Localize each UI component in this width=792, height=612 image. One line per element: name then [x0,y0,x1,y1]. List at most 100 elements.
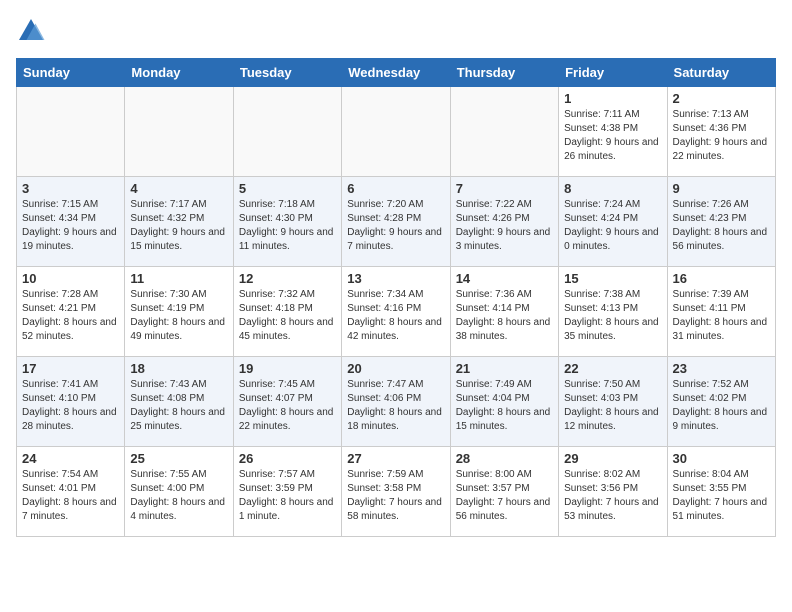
day-cell: 11 Sunrise: 7:30 AM Sunset: 4:19 PM Dayli… [125,267,233,357]
day-info: Sunrise: 7:59 AM Sunset: 3:58 PM Dayligh… [347,468,444,524]
day-number: 14 [456,271,553,286]
day-info: Sunrise: 7:17 AM Sunset: 4:32 PM Dayligh… [130,198,227,254]
day-number: 9 [673,181,770,196]
day-cell [342,87,450,177]
col-header-friday: Friday [559,59,667,87]
col-header-thursday: Thursday [450,59,558,87]
day-info: Sunrise: 7:49 AM Sunset: 4:04 PM Dayligh… [456,378,553,434]
day-info: Sunrise: 8:04 AM Sunset: 3:55 PM Dayligh… [673,468,770,524]
day-number: 1 [564,91,661,106]
day-info: Sunrise: 7:52 AM Sunset: 4:02 PM Dayligh… [673,378,770,434]
day-info: Sunrise: 7:18 AM Sunset: 4:30 PM Dayligh… [239,198,336,254]
day-info: Sunrise: 7:13 AM Sunset: 4:36 PM Dayligh… [673,108,770,164]
day-info: Sunrise: 7:55 AM Sunset: 4:00 PM Dayligh… [130,468,227,524]
day-info: Sunrise: 7:41 AM Sunset: 4:10 PM Dayligh… [22,378,119,434]
day-number: 29 [564,451,661,466]
day-number: 26 [239,451,336,466]
day-number: 20 [347,361,444,376]
day-cell: 6 Sunrise: 7:20 AM Sunset: 4:28 PM Daylig… [342,177,450,267]
day-info: Sunrise: 7:54 AM Sunset: 4:01 PM Dayligh… [22,468,119,524]
day-number: 11 [130,271,227,286]
day-number: 19 [239,361,336,376]
day-number: 30 [673,451,770,466]
day-cell: 15Sunrise: 7:38 AM Sunset: 4:13 PM Dayli… [559,267,667,357]
day-cell: 1 Sunrise: 7:11 AM Sunset: 4:38 PM Daylig… [559,87,667,177]
day-number: 13 [347,271,444,286]
logo [16,16,50,46]
day-cell: 12 Sunrise: 7:32 AM Sunset: 4:18 PM Dayli… [233,267,341,357]
day-cell: 26 Sunrise: 7:57 AM Sunset: 3:59 PM Dayli… [233,447,341,537]
day-number: 22 [564,361,661,376]
day-number: 23 [673,361,770,376]
day-cell: 7 Sunrise: 7:22 AM Sunset: 4:26 PM Daylig… [450,177,558,267]
day-cell: 25 Sunrise: 7:55 AM Sunset: 4:00 PM Dayli… [125,447,233,537]
day-info: Sunrise: 8:00 AM Sunset: 3:57 PM Dayligh… [456,468,553,524]
day-cell [17,87,125,177]
week-row-3: 10Sunrise: 7:28 AM Sunset: 4:21 PM Dayli… [17,267,776,357]
day-number: 2 [673,91,770,106]
day-number: 4 [130,181,227,196]
day-cell: 22 Sunrise: 7:50 AM Sunset: 4:03 PM Dayli… [559,357,667,447]
day-info: Sunrise: 7:15 AM Sunset: 4:34 PM Dayligh… [22,198,119,254]
calendar-table: SundayMondayTuesdayWednesdayThursdayFrid… [16,58,776,537]
day-cell [233,87,341,177]
day-cell: 30 Sunrise: 8:04 AM Sunset: 3:55 PM Dayli… [667,447,775,537]
day-info: Sunrise: 7:34 AM Sunset: 4:16 PM Dayligh… [347,288,444,344]
day-number: 16 [673,271,770,286]
day-number: 5 [239,181,336,196]
day-info: Sunrise: 8:02 AM Sunset: 3:56 PM Dayligh… [564,468,661,524]
day-number: 17 [22,361,119,376]
page: SundayMondayTuesdayWednesdayThursdayFrid… [0,0,792,553]
day-number: 12 [239,271,336,286]
day-info: Sunrise: 7:22 AM Sunset: 4:26 PM Dayligh… [456,198,553,254]
col-header-sunday: Sunday [17,59,125,87]
col-header-wednesday: Wednesday [342,59,450,87]
day-cell: 2 Sunrise: 7:13 AM Sunset: 4:36 PM Daylig… [667,87,775,177]
day-number: 3 [22,181,119,196]
day-cell: 16 Sunrise: 7:39 AM Sunset: 4:11 PM Dayli… [667,267,775,357]
day-number: 27 [347,451,444,466]
col-header-monday: Monday [125,59,233,87]
day-info: Sunrise: 7:30 AM Sunset: 4:19 PM Dayligh… [130,288,227,344]
day-info: Sunrise: 7:57 AM Sunset: 3:59 PM Dayligh… [239,468,336,524]
day-info: Sunrise: 7:24 AM Sunset: 4:24 PM Dayligh… [564,198,661,254]
day-cell [450,87,558,177]
day-info: Sunrise: 7:36 AM Sunset: 4:14 PM Dayligh… [456,288,553,344]
week-row-1: 1 Sunrise: 7:11 AM Sunset: 4:38 PM Daylig… [17,87,776,177]
day-cell: 10Sunrise: 7:28 AM Sunset: 4:21 PM Dayli… [17,267,125,357]
day-number: 10 [22,271,119,286]
day-info: Sunrise: 7:32 AM Sunset: 4:18 PM Dayligh… [239,288,336,344]
day-info: Sunrise: 7:45 AM Sunset: 4:07 PM Dayligh… [239,378,336,434]
day-number: 25 [130,451,227,466]
day-number: 24 [22,451,119,466]
day-number: 18 [130,361,227,376]
day-info: Sunrise: 7:43 AM Sunset: 4:08 PM Dayligh… [130,378,227,434]
day-cell: 3 Sunrise: 7:15 AM Sunset: 4:34 PM Daylig… [17,177,125,267]
day-number: 6 [347,181,444,196]
day-number: 7 [456,181,553,196]
logo-icon [16,16,46,46]
day-info: Sunrise: 7:11 AM Sunset: 4:38 PM Dayligh… [564,108,661,164]
day-cell: 20Sunrise: 7:47 AM Sunset: 4:06 PM Dayli… [342,357,450,447]
day-info: Sunrise: 7:39 AM Sunset: 4:11 PM Dayligh… [673,288,770,344]
day-cell: 13 Sunrise: 7:34 AM Sunset: 4:16 PM Dayli… [342,267,450,357]
day-info: Sunrise: 7:50 AM Sunset: 4:03 PM Dayligh… [564,378,661,434]
week-row-2: 3 Sunrise: 7:15 AM Sunset: 4:34 PM Daylig… [17,177,776,267]
week-row-4: 17 Sunrise: 7:41 AM Sunset: 4:10 PM Dayli… [17,357,776,447]
day-cell: 28 Sunrise: 8:00 AM Sunset: 3:57 PM Dayli… [450,447,558,537]
day-cell: 21Sunrise: 7:49 AM Sunset: 4:04 PM Dayli… [450,357,558,447]
header-row: SundayMondayTuesdayWednesdayThursdayFrid… [17,59,776,87]
day-cell: 8 Sunrise: 7:24 AM Sunset: 4:24 PM Daylig… [559,177,667,267]
col-header-tuesday: Tuesday [233,59,341,87]
header [16,16,776,46]
day-info: Sunrise: 7:20 AM Sunset: 4:28 PM Dayligh… [347,198,444,254]
day-number: 8 [564,181,661,196]
day-cell [125,87,233,177]
day-info: Sunrise: 7:38 AM Sunset: 4:13 PM Dayligh… [564,288,661,344]
day-info: Sunrise: 7:26 AM Sunset: 4:23 PM Dayligh… [673,198,770,254]
day-cell: 23 Sunrise: 7:52 AM Sunset: 4:02 PM Dayli… [667,357,775,447]
day-cell: 17 Sunrise: 7:41 AM Sunset: 4:10 PM Dayli… [17,357,125,447]
day-cell: 27 Sunrise: 7:59 AM Sunset: 3:58 PM Dayli… [342,447,450,537]
day-number: 28 [456,451,553,466]
day-cell: 18 Sunrise: 7:43 AM Sunset: 4:08 PM Dayli… [125,357,233,447]
